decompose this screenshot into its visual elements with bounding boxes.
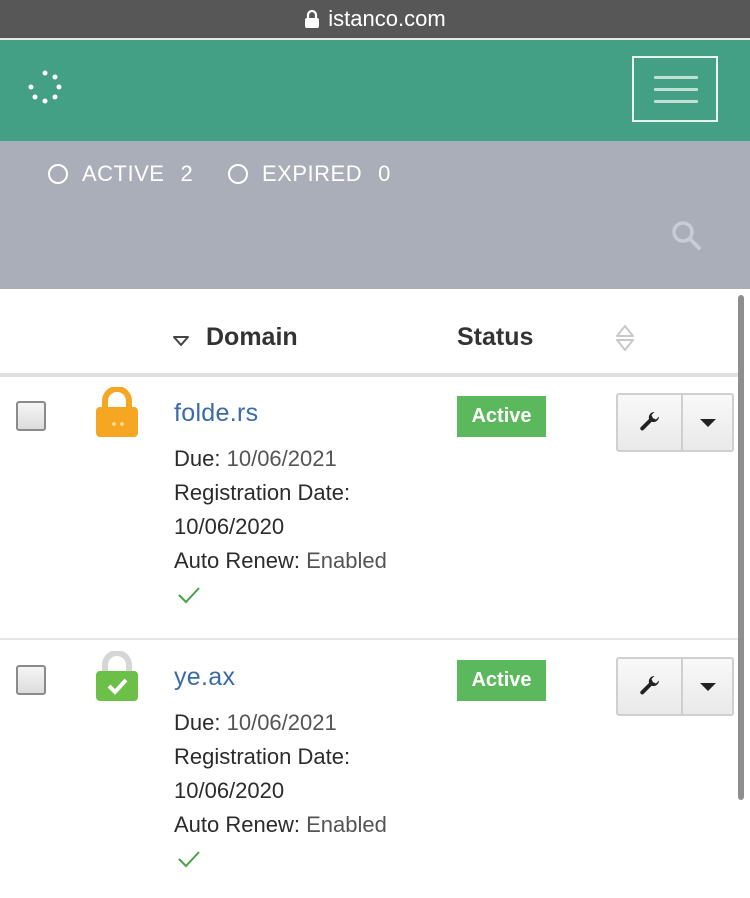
- wrench-icon: [639, 411, 659, 430]
- auto-renew: Auto Renew: Enabled: [174, 544, 387, 578]
- padlock-check-icon: [96, 651, 138, 701]
- padlock-icon: [96, 387, 138, 437]
- hamburger-icon: [654, 76, 698, 79]
- row-checkbox[interactable]: [16, 401, 46, 431]
- renew-label: Auto Renew:: [174, 812, 300, 837]
- due-date: Due: 10/06/2021: [174, 706, 337, 740]
- radio-icon[interactable]: [48, 164, 68, 184]
- filter-active[interactable]: ACTIVE 2: [48, 161, 193, 187]
- radio-icon[interactable]: [228, 164, 248, 184]
- registration-label: Registration Date:: [174, 744, 351, 769]
- checkmark-icon: [178, 851, 200, 868]
- more-actions-dropdown[interactable]: [683, 657, 734, 716]
- hamburger-icon: [654, 88, 698, 91]
- caret-down-icon: [699, 682, 716, 691]
- column-label: Domain: [206, 323, 298, 351]
- manage-button[interactable]: [616, 393, 683, 452]
- search-icon[interactable]: [670, 219, 702, 251]
- status-badge: Active: [457, 396, 546, 437]
- url-text: istanco.com: [328, 6, 446, 31]
- due-value: 10/06/2021: [226, 446, 337, 471]
- domain-link[interactable]: ye.ax: [174, 663, 235, 692]
- due-date: Due: 10/06/2021: [174, 442, 337, 476]
- divider: [0, 638, 740, 640]
- row-checkbox[interactable]: [16, 665, 46, 695]
- registration-date: 10/06/2020: [174, 514, 285, 539]
- sort-desc-icon: [173, 335, 189, 346]
- hamburger-icon: [654, 100, 698, 103]
- due-label: Due:: [174, 446, 221, 471]
- renew-label: Auto Renew:: [174, 548, 300, 573]
- filter-count: 2: [180, 161, 194, 186]
- row-actions: [616, 657, 734, 716]
- filter-expired[interactable]: EXPIRED 0: [228, 161, 391, 187]
- due-label: Due:: [174, 710, 221, 735]
- table-header: Domain Status: [0, 289, 740, 375]
- status-badge: Active: [457, 660, 546, 701]
- checkmark-icon: [178, 587, 200, 604]
- due-value: 10/06/2021: [226, 710, 337, 735]
- filter-bar: ACTIVE 2 EXPIRED 0: [0, 141, 750, 289]
- domain-link[interactable]: folde.rs: [174, 399, 258, 428]
- sort-icon[interactable]: [614, 323, 636, 353]
- renew-value: Enabled: [306, 812, 387, 837]
- scrollbar[interactable]: [738, 295, 744, 800]
- filter-label: ACTIVE: [82, 161, 165, 186]
- filter-count: 0: [378, 161, 391, 186]
- spinner-dots-icon[interactable]: [28, 70, 62, 104]
- row-actions: [616, 393, 734, 452]
- browser-url-bar[interactable]: istanco.com: [0, 0, 750, 38]
- wrench-icon: [639, 675, 659, 694]
- column-header-status[interactable]: Status: [457, 323, 533, 352]
- divider: [0, 373, 740, 377]
- renew-value: Enabled: [306, 548, 387, 573]
- registration-date: 10/06/2020: [174, 778, 285, 803]
- registration-label: Registration Date:: [174, 480, 351, 505]
- site-header: [0, 40, 750, 141]
- auto-renew: Auto Renew: Enabled: [174, 808, 387, 842]
- lock-icon: [304, 10, 320, 28]
- filter-label: EXPIRED: [262, 161, 363, 186]
- column-label: Status: [457, 323, 534, 351]
- column-header-domain[interactable]: Domain: [172, 323, 298, 352]
- more-actions-dropdown[interactable]: [683, 393, 734, 452]
- manage-button[interactable]: [616, 657, 683, 716]
- caret-down-icon: [699, 418, 716, 427]
- menu-button[interactable]: [632, 56, 718, 122]
